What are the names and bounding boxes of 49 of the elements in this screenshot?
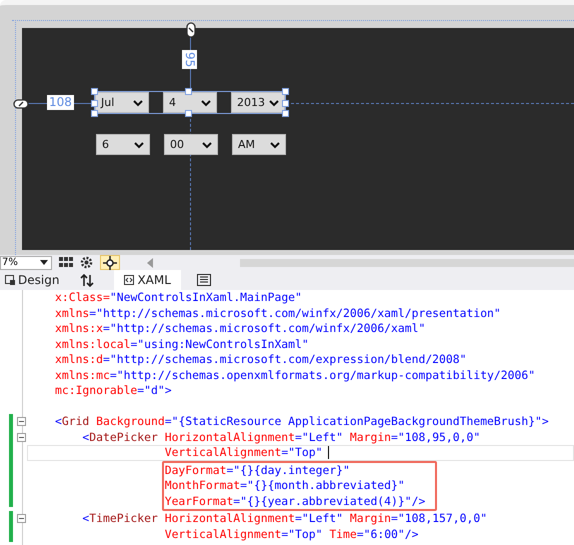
dropdown-arrow-icon: [40, 260, 48, 265]
chevron-icon: [200, 98, 212, 108]
dropdown[interactable]: 00: [164, 134, 218, 155]
code-line: VerticalAlignment="Top" Time="6:00"/>: [164, 526, 418, 542]
dropdown[interactable]: AM: [232, 134, 286, 155]
chevron-icon: [269, 140, 281, 150]
chevron-icon: [268, 98, 280, 108]
tab[interactable]: Design: [0, 270, 64, 290]
design-icon: [5, 275, 15, 285]
resize-handle[interactable]: [185, 88, 192, 95]
code-line: mc:Ignorable="d">: [55, 383, 172, 398]
dropdown[interactable]: 2013: [231, 92, 285, 113]
code-line: xmlns:local="using:NewControlsInXaml": [55, 336, 309, 352]
snap-button[interactable]: [100, 255, 120, 270]
chevron-icon: [132, 98, 144, 108]
dropdown[interactable]: 6: [96, 134, 150, 155]
document-icon[interactable]: [196, 274, 211, 286]
code-line: x:Class="NewControlsInXaml.MainPage": [55, 290, 302, 306]
code-line: <DatePicker HorizontalAlignment="Left" Margin="108,95,0,0": [82, 430, 480, 445]
margin-label: 108: [47, 95, 74, 110]
dropdown[interactable]: Jul: [95, 92, 149, 113]
code-icon: [124, 275, 134, 285]
code-line: xmlns="http://schemas.microsoft.com/winfx/2006/xaml/presentation": [55, 306, 501, 321]
code-line: DayFormat="{}{day.integer}": [164, 462, 351, 478]
collapse-icon[interactable]: [17, 417, 26, 426]
code-line: <TimePicker HorizontalAlignment="Left" Margin="108,157,0,0": [82, 511, 488, 526]
code-line: MonthFormat="{}{month.abbreviated}": [164, 478, 406, 494]
code-line: xmlns:x="http://schemas.microsoft.com/winfx/2006/xaml": [55, 321, 426, 336]
grid-icon[interactable]: [59, 257, 73, 268]
dropdown[interactable]: 4: [163, 92, 217, 113]
code-line: xmlns:mc="http://schemas.openxmlformats.org/markup-compatibility/2006": [55, 368, 536, 383]
selection-frame[interactable]: Jul 4 2013: [95, 92, 285, 113]
code-line: xmlns:d="http://schemas.microsoft.com/expression/blend/2008": [55, 352, 466, 368]
collapse-icon[interactable]: [17, 514, 26, 523]
code-line: <Grid Background="{StaticResource ApplicationPageBackgroundThemeBrush}">: [55, 414, 549, 430]
tab[interactable]: XAML: [114, 270, 181, 290]
swap-icon[interactable]: [80, 274, 94, 286]
scroll-left-icon[interactable]: [147, 258, 153, 268]
zoom-dropdown[interactable]: 7%: [0, 256, 52, 270]
text-cursor: [328, 446, 330, 460]
horizontal-scrollbar[interactable]: [240, 258, 574, 266]
collapse-icon[interactable]: [17, 432, 26, 442]
chevron-icon: [133, 140, 145, 150]
chevron-icon: [201, 140, 213, 150]
code-line: YearFormat="{}{year.abbreviated(4)}"/>: [164, 494, 426, 509]
resize-handle[interactable]: [185, 110, 192, 117]
gear-icon[interactable]: [80, 256, 93, 269]
code-line: VerticalAlignment="Top": [164, 445, 330, 460]
margin-label: 95: [182, 50, 197, 70]
